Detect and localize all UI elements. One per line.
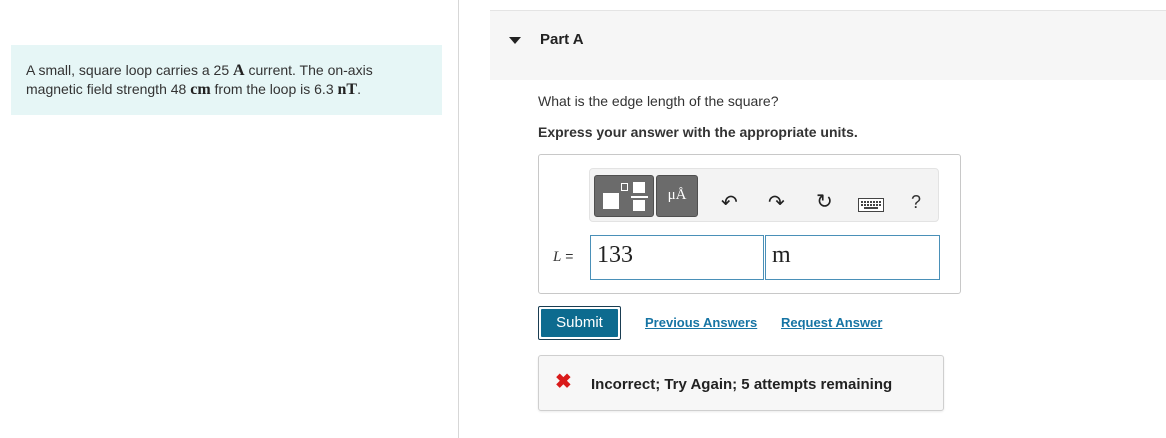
answer-units-input[interactable]: m <box>765 235 940 280</box>
variable-label: L = <box>553 248 573 266</box>
instruction-text: Express your answer with the appropriate… <box>538 124 858 140</box>
reset-icon[interactable]: ↻ <box>816 192 833 212</box>
answer-value-input[interactable]: 133 <box>590 235 764 280</box>
page: A small, square loop carries a 25 A curr… <box>0 0 1166 438</box>
templates-icon[interactable] <box>594 175 654 217</box>
submit-label: Submit <box>541 309 618 337</box>
current-unit: A <box>233 62 245 79</box>
previous-answers-link[interactable]: Previous Answers <box>645 315 757 330</box>
help-icon[interactable]: ? <box>911 192 921 212</box>
field-unit: nT <box>337 81 358 98</box>
incorrect-x-icon: ✖ <box>555 371 572 393</box>
request-answer-link[interactable]: Request Answer <box>781 315 882 330</box>
collapse-triangle-icon[interactable] <box>509 37 521 44</box>
problem-text-5: . <box>357 81 361 97</box>
distance-unit: cm <box>190 81 211 98</box>
feedback-text: Incorrect; Try Again; 5 attempts remaini… <box>591 376 893 393</box>
problem-text-4: from the loop is 6.3 <box>214 81 334 97</box>
problem-text-1: A small, square loop carries a 25 <box>26 62 230 78</box>
redo-icon[interactable]: ↷ <box>768 193 785 213</box>
variable-name: L <box>553 249 562 265</box>
units-icon[interactable]: μÅ <box>656 175 698 217</box>
problem-statement: A small, square loop carries a 25 A curr… <box>11 45 442 115</box>
part-header[interactable]: Part A <box>490 10 1166 80</box>
question-text: What is the edge length of the square? <box>538 93 779 109</box>
column-divider <box>458 0 459 438</box>
part-title: Part A <box>540 31 584 48</box>
problem-text-3: magnetic field strength 48 <box>26 81 187 97</box>
submit-button[interactable]: Submit <box>538 306 621 340</box>
undo-icon[interactable]: ↶ <box>721 193 738 213</box>
problem-text-2: current. The on-axis <box>248 62 373 78</box>
equals-sign: = <box>565 248 574 264</box>
keyboard-icon[interactable] <box>858 196 884 212</box>
units-glyph: μÅ <box>667 187 687 203</box>
